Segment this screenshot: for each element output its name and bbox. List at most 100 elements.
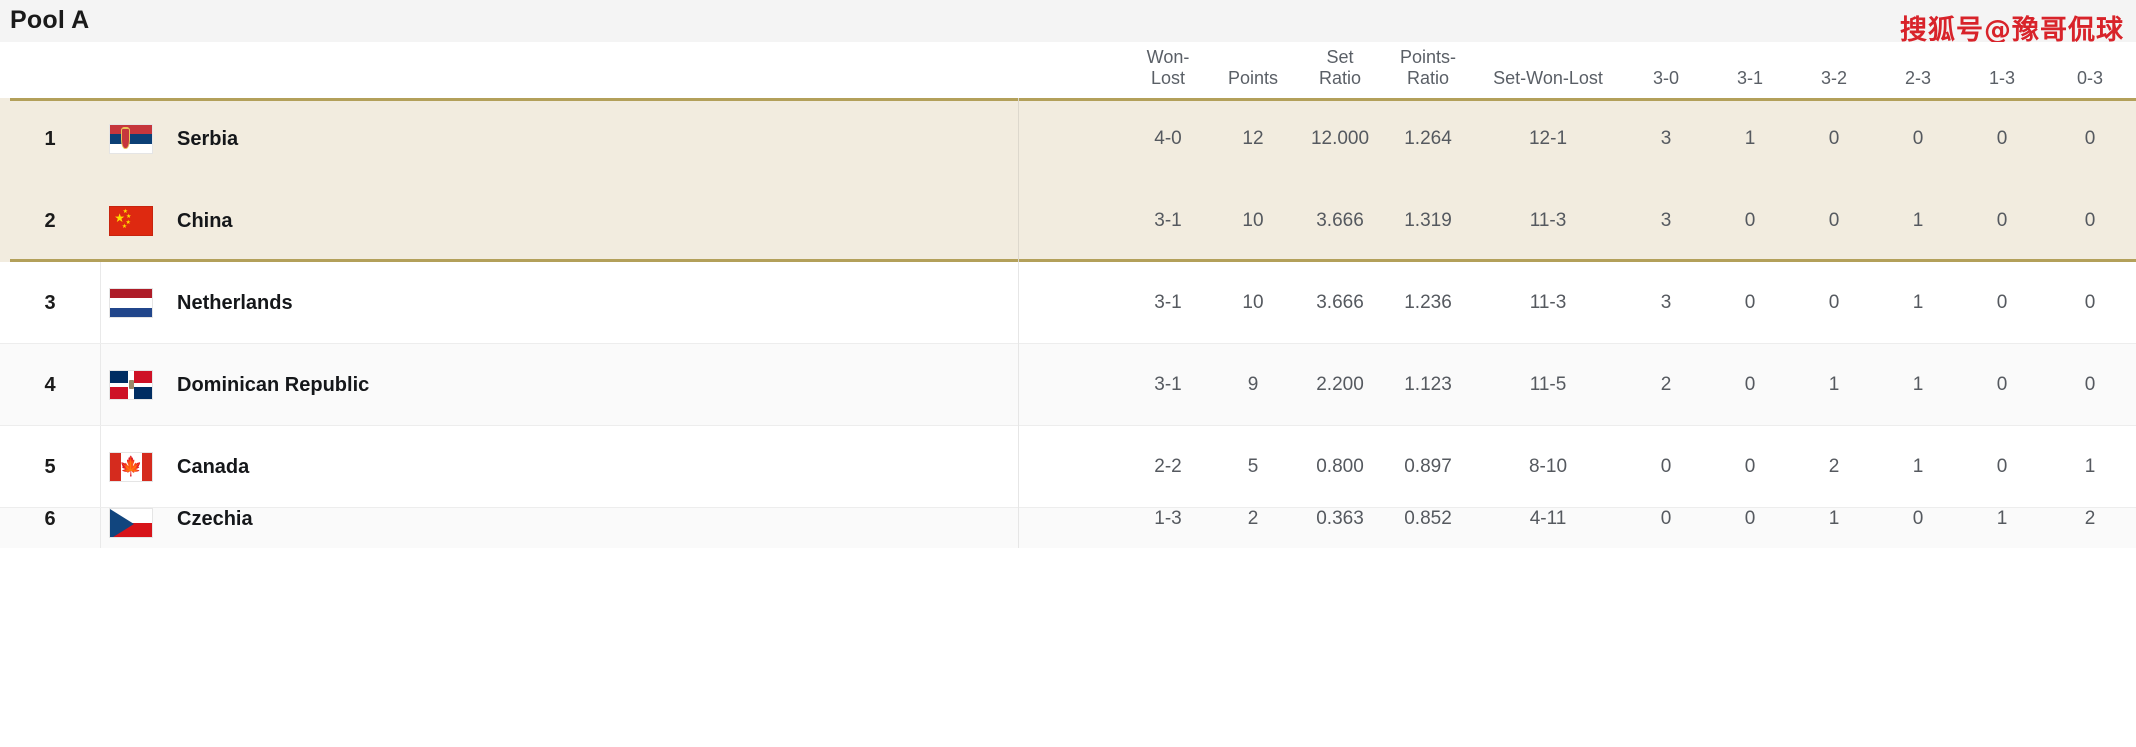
- row-points-ratio: 1.319: [1404, 210, 1452, 231]
- row-points: 5: [1247, 456, 1259, 477]
- row-rank: 5: [44, 455, 56, 478]
- row-result-3-2: 1: [1828, 508, 1840, 529]
- row-points-ratio: 0.852: [1404, 508, 1452, 529]
- row-result-2-3: 1: [1912, 374, 1924, 395]
- set-results-divider: [1018, 426, 1019, 508]
- row-result-3-2: 0: [1828, 292, 1840, 313]
- table-row[interactable]: 6 Czechia 1-3 2 0.363 0.852 4-11 0 0 1 0 1 2: [0, 508, 2136, 548]
- row-set-ratio: 0.800: [1316, 456, 1364, 477]
- row-team-name[interactable]: Czechia: [162, 508, 512, 531]
- row-result-3-1: 0: [1744, 210, 1756, 231]
- column-header-2-3[interactable]: 2-3: [1876, 68, 1960, 98]
- row-won-lost: 3-1: [1154, 292, 1182, 313]
- row-result-2-3: 0: [1912, 508, 1924, 529]
- row-points-ratio: 0.897: [1404, 456, 1452, 477]
- row-team-name[interactable]: Serbia: [162, 128, 512, 151]
- flag-icon-canada: 🍁: [109, 452, 153, 482]
- row-rank: 6: [44, 508, 56, 530]
- flag-icon-dominican-republic: [109, 370, 153, 400]
- row-set-won-lost: 11-5: [1529, 374, 1567, 395]
- row-team-name[interactable]: China: [162, 210, 512, 233]
- row-result-3-1: 1: [1744, 128, 1756, 149]
- column-header-3-1[interactable]: 3-1: [1708, 68, 1792, 98]
- column-header-0-3[interactable]: 0-3: [2044, 68, 2136, 98]
- table-row[interactable]: 1 Serbia 4-0 12 12.000 1.264 12-1 3 1 0 0 0 0: [0, 98, 2136, 180]
- row-result-2-3: 0: [1912, 128, 1924, 149]
- row-points-ratio: 1.236: [1404, 292, 1452, 313]
- flag-icon-netherlands: [109, 288, 153, 318]
- row-team-name[interactable]: Canada: [162, 456, 512, 479]
- row-result-3-0: 3: [1660, 128, 1672, 149]
- row-rank: 4: [44, 373, 56, 396]
- row-flag: ★ ★ ★ ★ ★: [100, 206, 162, 236]
- row-result-0-3: 1: [2084, 456, 2096, 477]
- column-header-points-ratio[interactable]: Points- Ratio: [1384, 47, 1472, 98]
- rank-divider: [100, 262, 101, 344]
- table-row[interactable]: 2 ★ ★ ★ ★ ★ China 3-1 10 3.666 1.319 11-3 3 0 0 1 0 0: [0, 180, 2136, 262]
- set-results-divider: [1018, 180, 1019, 262]
- row-result-2-3: 1: [1912, 292, 1924, 313]
- row-result-1-3: 0: [1996, 374, 2008, 395]
- column-header-team: [162, 89, 512, 98]
- row-result-3-2: 2: [1828, 456, 1840, 477]
- rank-divider: [100, 426, 101, 508]
- column-header-won-lost[interactable]: Won- Lost: [1126, 47, 1210, 98]
- row-rank: 2: [44, 209, 56, 232]
- column-header-set-ratio[interactable]: Set Ratio: [1296, 47, 1384, 98]
- page-title: Pool A: [10, 6, 90, 34]
- row-points: 12: [1242, 128, 1264, 149]
- row-points: 10: [1242, 292, 1264, 313]
- row-result-3-0: 3: [1660, 292, 1672, 313]
- row-result-1-3: 0: [1996, 456, 2008, 477]
- row-set-won-lost: 11-3: [1529, 292, 1567, 313]
- column-header-points[interactable]: Points: [1210, 68, 1296, 98]
- table-row[interactable]: 4 Dominican Republic 3-1 9 2.200 1.123 11-5 2 0 1…: [0, 344, 2136, 426]
- row-set-ratio: 3.666: [1316, 292, 1364, 313]
- row-set-won-lost: 8-10: [1528, 456, 1568, 477]
- row-result-3-0: 0: [1660, 456, 1672, 477]
- standings-page: Pool A 搜狐号@豫哥侃球 Won- Lost Points Set Rat…: [0, 0, 2136, 747]
- row-result-3-1: 0: [1744, 456, 1756, 477]
- row-flag: [100, 370, 162, 400]
- column-header-3-0[interactable]: 3-0: [1624, 68, 1708, 98]
- set-results-divider: [1018, 262, 1019, 344]
- row-team-name[interactable]: Netherlands: [162, 292, 512, 315]
- row-result-3-0: 2: [1660, 374, 1672, 395]
- table-row[interactable]: 3 Netherlands 3-1 10 3.666 1.236 11-3 3 0 0 1 0 0: [0, 262, 2136, 344]
- table-row[interactable]: 5 🍁 Canada 2-2 5 0.800 0.897 8-10 0 0 2 1 0 1: [0, 426, 2136, 508]
- row-result-2-3: 1: [1912, 456, 1924, 477]
- row-result-0-3: 2: [2084, 508, 2096, 529]
- row-result-3-1: 0: [1744, 508, 1756, 529]
- row-set-won-lost: 4-11: [1529, 508, 1567, 529]
- row-rank: 3: [44, 291, 56, 314]
- flag-icon-czechia: [109, 508, 153, 538]
- row-result-1-3: 1: [1996, 508, 2008, 529]
- column-header-3-2[interactable]: 3-2: [1792, 68, 1876, 98]
- row-result-0-3: 0: [2084, 128, 2096, 149]
- qualified-top-rule: [10, 98, 2136, 101]
- row-set-won-lost: 11-3: [1529, 210, 1567, 231]
- row-points-ratio: 1.123: [1404, 374, 1452, 395]
- row-flag: [100, 124, 162, 154]
- standings-table: Won- Lost Points Set Ratio Points- Ratio…: [0, 42, 2136, 548]
- rank-divider: [100, 344, 101, 426]
- row-team-name[interactable]: Dominican Republic: [162, 374, 512, 397]
- row-result-3-0: 3: [1660, 210, 1672, 231]
- row-result-3-1: 0: [1744, 374, 1756, 395]
- row-flag: 🍁: [100, 452, 162, 482]
- flag-icon-serbia: [109, 124, 153, 154]
- table-header-row: Won- Lost Points Set Ratio Points- Ratio…: [0, 42, 2136, 98]
- row-flag: [100, 508, 162, 538]
- rank-divider: [100, 508, 101, 548]
- row-result-2-3: 1: [1912, 210, 1924, 231]
- row-set-ratio: 2.200: [1316, 374, 1364, 395]
- column-header-set-won-lost[interactable]: Set-Won-Lost: [1472, 68, 1624, 98]
- column-header-flag: [100, 89, 162, 98]
- row-points: 9: [1247, 374, 1259, 395]
- row-set-ratio: 3.666: [1316, 210, 1364, 231]
- row-result-1-3: 0: [1996, 292, 2008, 313]
- row-result-3-2: 0: [1828, 210, 1840, 231]
- title-bar: [0, 0, 2136, 42]
- column-header-1-3[interactable]: 1-3: [1960, 68, 2044, 98]
- row-rank: 1: [44, 127, 56, 150]
